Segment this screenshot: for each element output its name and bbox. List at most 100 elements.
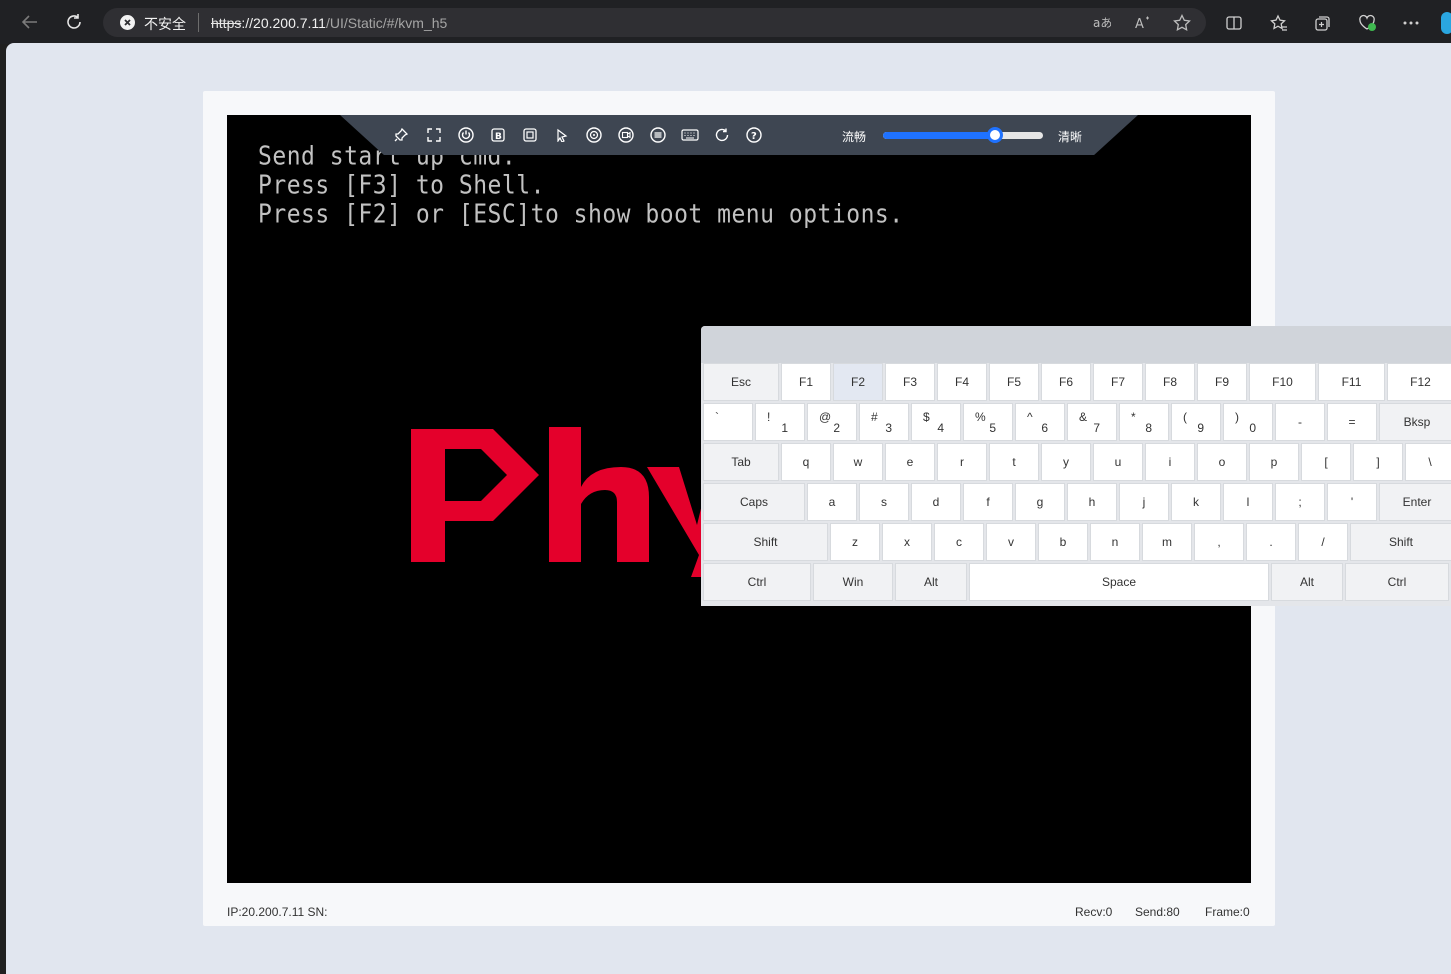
key-esc[interactable]: Esc <box>703 363 779 401</box>
key-u[interactable]: u <box>1093 443 1143 481</box>
key-t[interactable]: t <box>989 443 1039 481</box>
key-f11[interactable]: F11 <box>1318 363 1385 401</box>
key-shift[interactable]: Shift <box>703 523 828 561</box>
boot-icon[interactable]: B <box>488 125 508 145</box>
key-f7[interactable]: F7 <box>1093 363 1143 401</box>
key-x[interactable]: x <box>882 523 932 561</box>
key-[interactable]: - <box>1275 403 1325 441</box>
key-f2[interactable]: F2 <box>833 363 883 401</box>
key-0[interactable]: ) 0 <box>1223 403 1273 441</box>
key-shift[interactable]: Shift <box>1350 523 1451 561</box>
key-ctrl[interactable]: Ctrl <box>1345 563 1449 601</box>
reload-button[interactable] <box>60 8 88 36</box>
key-9[interactable]: (9 <box>1171 403 1221 441</box>
key-f9[interactable]: F9 <box>1197 363 1247 401</box>
copilot-icon[interactable] <box>1441 12 1451 34</box>
key-g[interactable]: g <box>1015 483 1065 521</box>
key-8[interactable]: * 8 <box>1119 403 1169 441</box>
key-c[interactable]: c <box>934 523 984 561</box>
key-alt[interactable]: Alt <box>1271 563 1343 601</box>
key-a[interactable]: a <box>807 483 857 521</box>
key-z[interactable]: z <box>830 523 880 561</box>
key-[interactable]: , <box>1194 523 1244 561</box>
key-[interactable]: ] <box>1353 443 1403 481</box>
key-caps[interactable]: Caps <box>703 483 805 521</box>
key-backtick[interactable]: ` <box>703 403 753 441</box>
help-icon[interactable]: ? <box>744 125 764 145</box>
key-e[interactable]: e <box>885 443 935 481</box>
key-f8[interactable]: F8 <box>1145 363 1195 401</box>
pin-icon[interactable] <box>391 125 411 145</box>
key-space[interactable]: Space <box>969 563 1269 601</box>
key-f5[interactable]: F5 <box>989 363 1039 401</box>
key-4[interactable]: $4 <box>911 403 961 441</box>
translate-icon[interactable]: aあ <box>1092 13 1112 33</box>
key-enter[interactable]: Enter <box>1379 483 1451 521</box>
key-f[interactable]: f <box>963 483 1013 521</box>
read-aloud-icon[interactable]: A <box>1133 13 1153 33</box>
key-3[interactable]: #3 <box>859 403 909 441</box>
key-[interactable]: . <box>1246 523 1296 561</box>
key-h[interactable]: h <box>1067 483 1117 521</box>
key-f4[interactable]: F4 <box>937 363 987 401</box>
key-2[interactable]: @2 <box>807 403 857 441</box>
virtual-media-icon[interactable] <box>584 125 604 145</box>
key-alt[interactable]: Alt <box>895 563 967 601</box>
key-[interactable]: / <box>1298 523 1348 561</box>
browser-essentials-icon[interactable] <box>1357 13 1377 33</box>
keyboard-icon[interactable] <box>680 125 700 145</box>
split-screen-icon[interactable] <box>1224 13 1244 33</box>
url-text[interactable]: https://20.200.7.11/UI/Static/#/kvm_h5 <box>211 15 447 31</box>
key-d[interactable]: d <box>911 483 961 521</box>
key-f10[interactable]: F10 <box>1249 363 1316 401</box>
key-tab[interactable]: Tab <box>703 443 779 481</box>
key-7[interactable]: & 7 <box>1067 403 1117 441</box>
key-i[interactable]: i <box>1145 443 1195 481</box>
power-icon[interactable] <box>456 125 476 145</box>
key-w[interactable]: w <box>833 443 883 481</box>
back-button[interactable] <box>16 8 44 36</box>
address-bar[interactable]: 不安全 https://20.200.7.11/UI/Static/#/kvm_… <box>103 8 1206 37</box>
quality-slider-track[interactable] <box>883 132 1043 139</box>
key-[interactable]: = <box>1327 403 1377 441</box>
key-[interactable]: ; <box>1275 483 1325 521</box>
favorite-star-icon[interactable] <box>1172 13 1192 33</box>
record-icon[interactable] <box>616 125 636 145</box>
key-6[interactable]: ^ 6 <box>1015 403 1065 441</box>
key-v[interactable]: v <box>986 523 1036 561</box>
key-m[interactable]: m <box>1142 523 1192 561</box>
key-l[interactable]: l <box>1223 483 1273 521</box>
key-p[interactable]: p <box>1249 443 1299 481</box>
key-s[interactable]: s <box>859 483 909 521</box>
collections-icon[interactable] <box>1313 13 1333 33</box>
key-5[interactable]: % 5 <box>963 403 1013 441</box>
favorites-icon[interactable] <box>1269 13 1289 33</box>
key-[interactable]: ' <box>1327 483 1377 521</box>
key-f6[interactable]: F6 <box>1041 363 1091 401</box>
key-f12[interactable]: F12 <box>1387 363 1451 401</box>
mouse-icon[interactable] <box>552 125 572 145</box>
quality-slider-thumb[interactable] <box>987 127 1003 143</box>
key-1[interactable]: ! 1 <box>755 403 805 441</box>
key-ctrl[interactable]: Ctrl <box>703 563 811 601</box>
key-r[interactable]: r <box>937 443 987 481</box>
key-[interactable]: \ <box>1405 443 1451 481</box>
fullscreen-icon[interactable] <box>424 125 444 145</box>
key-[interactable]: [ <box>1301 443 1351 481</box>
not-secure-icon[interactable] <box>120 15 135 30</box>
key-k[interactable]: k <box>1171 483 1221 521</box>
key-o[interactable]: o <box>1197 443 1247 481</box>
key-bksp[interactable]: Bksp <box>1379 403 1451 441</box>
refresh-icon[interactable] <box>712 125 732 145</box>
key-b[interactable]: b <box>1038 523 1088 561</box>
menu-icon[interactable] <box>648 125 668 145</box>
key-f3[interactable]: F3 <box>885 363 935 401</box>
key-y[interactable]: y <box>1041 443 1091 481</box>
keyboard-drag-handle[interactable] <box>701 326 1451 363</box>
key-n[interactable]: n <box>1090 523 1140 561</box>
screenshot-icon[interactable] <box>520 125 540 145</box>
key-j[interactable]: j <box>1119 483 1169 521</box>
key-f1[interactable]: F1 <box>781 363 831 401</box>
key-q[interactable]: q <box>781 443 831 481</box>
key-win[interactable]: Win <box>813 563 893 601</box>
